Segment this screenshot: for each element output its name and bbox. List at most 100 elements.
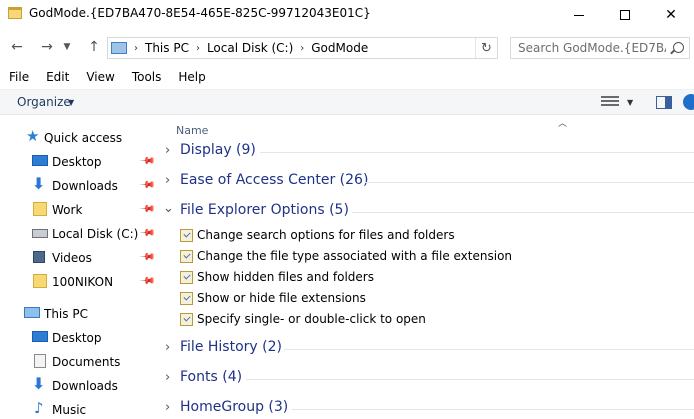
nav-label: Desktop bbox=[52, 331, 102, 345]
pin-icon: 📌 bbox=[138, 225, 156, 242]
up-button[interactable]: ↑ bbox=[83, 36, 105, 58]
refresh-button[interactable]: ↻ bbox=[475, 38, 497, 58]
nav-item-pc-desktop[interactable]: Desktop bbox=[0, 326, 160, 350]
nav-item-local-disk[interactable]: Local Disk (C:) 📌 bbox=[0, 222, 160, 246]
item-label: Change search options for files and fold… bbox=[197, 228, 455, 242]
group-file-history[interactable]: › File History (2) bbox=[160, 335, 694, 361]
menu-edit[interactable]: Edit bbox=[37, 70, 77, 84]
maximize-icon bbox=[620, 10, 630, 20]
change-view-icon[interactable] bbox=[601, 96, 619, 108]
chevron-down-icon[interactable]: ▼ bbox=[68, 98, 74, 107]
group-divider bbox=[365, 182, 694, 183]
nav-item-pc-downloads[interactable]: ⬇ Downloads bbox=[0, 374, 160, 398]
item-label: Change the file type associated with a f… bbox=[197, 249, 513, 263]
nav-item-100nikon[interactable]: 100NIKON 📌 bbox=[0, 270, 160, 294]
title-bar: GodMode.{ED7BA470-8E54-465E-825C-9971204… bbox=[0, 0, 694, 30]
command-bar: Organize ▼ ▼ bbox=[0, 89, 694, 115]
download-icon: ⬇ bbox=[32, 374, 46, 393]
breadcrumb-godmode[interactable]: GodMode bbox=[311, 41, 368, 55]
pin-icon: 📌 bbox=[138, 273, 156, 290]
menu-tools[interactable]: Tools bbox=[123, 70, 170, 84]
group-title: Fonts (4) bbox=[180, 369, 243, 385]
menu-file[interactable]: File bbox=[0, 70, 37, 84]
breadcrumb-this-pc[interactable]: This PC bbox=[145, 41, 189, 55]
group-title: Ease of Access Center (26) bbox=[180, 172, 369, 188]
nav-quick-access[interactable]: ★ Quick access bbox=[0, 126, 160, 150]
chevron-right-icon[interactable]: › bbox=[165, 173, 170, 188]
navigation-pane: ★ Quick access Desktop 📌 ⬇ Downloads 📌 W… bbox=[0, 116, 160, 419]
control-panel-icon bbox=[180, 250, 193, 263]
computer-icon bbox=[24, 307, 40, 318]
group-title: File Explorer Options (5) bbox=[180, 202, 349, 218]
folder-icon bbox=[33, 202, 47, 216]
minimize-button[interactable] bbox=[556, 0, 602, 30]
maximize-button[interactable] bbox=[602, 0, 648, 30]
group-divider bbox=[352, 212, 694, 213]
nav-this-pc[interactable]: This PC bbox=[0, 302, 160, 326]
address-bar[interactable]: › This PC › Local Disk (C:) › GodMode ↻ bbox=[107, 37, 498, 59]
menu-bar: File Edit View Tools Help bbox=[0, 66, 694, 88]
search-box[interactable] bbox=[510, 37, 690, 59]
preview-pane-icon[interactable] bbox=[656, 96, 672, 109]
nav-label: Downloads bbox=[52, 179, 118, 193]
arrow-left-icon: ← bbox=[11, 39, 23, 55]
group-file-explorer-options[interactable]: ⌄ File Explorer Options (5) bbox=[160, 198, 694, 224]
back-button[interactable]: ← bbox=[6, 36, 28, 58]
nav-item-work[interactable]: Work 📌 bbox=[0, 198, 160, 222]
group-title: File History (2) bbox=[180, 339, 282, 355]
chevron-right-icon[interactable]: › bbox=[165, 370, 170, 385]
control-panel-icon bbox=[180, 271, 193, 284]
menu-help[interactable]: Help bbox=[169, 70, 213, 84]
video-icon bbox=[33, 251, 45, 263]
group-divider bbox=[246, 379, 694, 380]
recent-locations-button[interactable]: ▼ bbox=[60, 36, 74, 58]
list-item[interactable]: Change search options for files and fold… bbox=[180, 226, 680, 246]
column-header-name[interactable]: Name bbox=[176, 124, 208, 137]
list-item[interactable]: Show hidden files and folders bbox=[180, 268, 680, 288]
breadcrumb-separator[interactable]: › bbox=[196, 43, 200, 54]
breadcrumb-local-disk[interactable]: Local Disk (C:) bbox=[207, 41, 293, 55]
group-ease-of-access[interactable]: › Ease of Access Center (26) bbox=[160, 168, 694, 194]
nav-label: Downloads bbox=[52, 379, 118, 393]
desktop-icon bbox=[32, 331, 48, 342]
menu-view[interactable]: View bbox=[77, 70, 122, 84]
group-fonts[interactable]: › Fonts (4) bbox=[160, 365, 694, 391]
group-display[interactable]: › Display (9) bbox=[160, 138, 694, 164]
nav-item-videos[interactable]: Videos 📌 bbox=[0, 246, 160, 270]
nav-label: This PC bbox=[44, 307, 88, 321]
pin-icon: 📌 bbox=[138, 153, 156, 170]
organize-button[interactable]: Organize bbox=[17, 95, 71, 109]
list-item[interactable]: Change the file type associated with a f… bbox=[180, 247, 680, 267]
forward-button[interactable]: → bbox=[36, 36, 58, 58]
address-row: ← → ▼ ↑ › This PC › Local Disk (C:) › Go… bbox=[0, 32, 694, 62]
item-label: Specify single- or double-click to open bbox=[197, 312, 426, 326]
sort-up-icon: ︿ bbox=[558, 119, 568, 129]
chevron-right-icon[interactable]: › bbox=[165, 340, 170, 355]
desktop-icon bbox=[32, 155, 48, 166]
refresh-icon: ↻ bbox=[481, 40, 492, 56]
group-homegroup[interactable]: › HomeGroup (3) bbox=[160, 395, 694, 419]
nav-item-music[interactable]: ♪ Music bbox=[0, 398, 160, 419]
list-item[interactable]: Show or hide file extensions bbox=[180, 289, 680, 309]
search-icon[interactable] bbox=[673, 42, 684, 53]
minimize-icon bbox=[574, 14, 584, 16]
breadcrumb-separator[interactable]: › bbox=[300, 43, 304, 54]
group-title: Display (9) bbox=[180, 142, 256, 158]
pin-icon: 📌 bbox=[138, 249, 156, 266]
chevron-right-icon[interactable]: › bbox=[165, 400, 170, 415]
chevron-down-icon[interactable]: ⌄ bbox=[163, 201, 174, 216]
list-item[interactable]: Specify single- or double-click to open bbox=[180, 310, 680, 330]
search-input[interactable] bbox=[511, 41, 666, 55]
breadcrumb-separator[interactable]: › bbox=[134, 43, 138, 54]
arrow-right-icon: → bbox=[41, 39, 53, 55]
nav-label: 100NIKON bbox=[52, 275, 114, 289]
nav-item-documents[interactable]: Documents bbox=[0, 350, 160, 374]
help-icon[interactable] bbox=[683, 94, 694, 110]
chevron-down-icon[interactable]: ▼ bbox=[627, 98, 633, 107]
nav-item-downloads[interactable]: ⬇ Downloads 📌 bbox=[0, 174, 160, 198]
chevron-right-icon[interactable]: › bbox=[165, 143, 170, 158]
chevron-down-icon: ▼ bbox=[63, 42, 71, 52]
close-button[interactable]: ✕ bbox=[648, 0, 694, 30]
close-icon: ✕ bbox=[665, 7, 677, 23]
nav-item-desktop[interactable]: Desktop 📌 bbox=[0, 150, 160, 174]
